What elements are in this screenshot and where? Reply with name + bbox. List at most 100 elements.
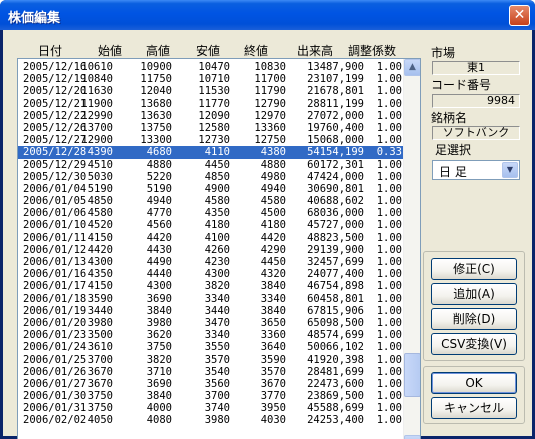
table-row[interactable]: 2005/12/26 13700 13750 12580 13360 19760,400 1… (18, 122, 404, 134)
row-date: 2006/01/16 (23, 268, 87, 281)
scroll-down-icon[interactable]: ▼ (404, 435, 420, 439)
row-low: 3440 (204, 304, 230, 317)
row-adjust: 1.00 (376, 61, 402, 73)
table-row[interactable]: 2005/12/16 10610 10900 10470 10830 13487,900 1… (18, 61, 404, 73)
table-row[interactable]: 2006/01/10 4520 4560 4180 4180 45727,000 1.00 (18, 219, 404, 231)
row-close: 3360 (260, 329, 286, 342)
table-row[interactable]: 2006/01/25 3700 3820 3570 3590 41920,398 1.00 (18, 354, 404, 366)
price-list[interactable]: 2005/12/16 10610 10900 10470 10830 13487,900 1… (17, 58, 421, 439)
row-adjust: 1.00 (376, 316, 402, 329)
market-value: 東1 (432, 61, 520, 75)
table-row[interactable]: 2005/12/19 10840 11750 10710 11700 23107,199 1… (18, 73, 404, 85)
row-low: 3740 (204, 402, 230, 415)
row-high: 5220 (146, 170, 172, 183)
ok-button[interactable]: OK (431, 372, 517, 394)
row-low: 3980 (204, 414, 230, 427)
row-low: 3570 (204, 353, 230, 366)
table-row[interactable]: 2006/01/18 3590 3690 3340 3340 60458,801 1.00 (18, 293, 404, 305)
row-open: 3610 (87, 341, 113, 354)
row-date: 2006/01/27 (23, 377, 87, 390)
table-row[interactable]: 2006/01/04 5190 5190 4900 4940 30690,801 1.00 (18, 183, 404, 195)
row-close: 4940 (260, 182, 286, 195)
row-volume: 60172,301 (307, 158, 364, 171)
row-date: 2006/01/11 (23, 231, 87, 244)
table-row[interactable]: 2006/01/23 3500 3620 3340 3360 48574,699 1.00 (18, 329, 404, 341)
table-row[interactable]: 2006/01/06 4580 4770 4350 4500 68036,000 1.00 (18, 207, 404, 219)
row-low: 3340 (204, 292, 230, 305)
add-button[interactable]: 追加(A) (431, 283, 517, 305)
row-close: 4420 (260, 231, 286, 244)
row-adjust: 1.00 (376, 280, 402, 293)
table-row[interactable]: 2006/01/31 3750 4000 3740 3950 45588,699 1.00 (18, 402, 404, 414)
row-volume: 22473,600 (307, 377, 364, 390)
title-bar[interactable]: 株価編集 ✕ (0, 0, 535, 30)
code-value: 9984 (432, 94, 520, 108)
row-high: 4080 (146, 414, 172, 427)
row-close: 4320 (260, 268, 286, 281)
row-high: 4300 (146, 280, 172, 293)
table-row[interactable]: 2005/12/21 11900 13680 11770 12790 28811,199 1… (18, 98, 404, 110)
stock-name-value: ソフトバンク (432, 126, 520, 140)
row-volume: 13487,900 (307, 61, 364, 73)
bar-select-value: 日 足 (439, 165, 467, 179)
row-adjust: 1.00 (376, 292, 402, 305)
row-adjust: 1.00 (376, 341, 402, 354)
chevron-down-icon[interactable]: ▼ (502, 162, 518, 178)
row-high: 4490 (146, 256, 172, 268)
cancel-button[interactable]: キャンセル (431, 397, 517, 419)
table-row[interactable]: 2005/12/29 4510 4880 4450 4880 60172,301 1.00 (18, 159, 404, 171)
row-date: 2006/01/30 (23, 390, 87, 403)
close-button[interactable]: ✕ (509, 5, 530, 26)
table-row[interactable]: 2006/02/02 4050 4080 3980 4030 24253,400 1.00 (18, 414, 404, 426)
bar-select-dropdown[interactable]: 日 足 ▼ (432, 160, 520, 180)
code-label: コード番号 (431, 78, 492, 92)
table-row[interactable]: 2006/01/27 3670 3690 3560 3670 22473,600 1.00 (18, 378, 404, 390)
table-row[interactable]: 2006/01/16 4350 4440 4300 4320 24077,400 1.00 (18, 268, 404, 280)
row-date: 2006/01/13 (23, 256, 87, 268)
row-open: 3750 (87, 390, 113, 403)
row-high: 3620 (146, 329, 172, 342)
confirm-button-group: OK キャンセル (423, 366, 525, 424)
row-open: 4510 (87, 158, 113, 171)
vertical-scrollbar[interactable]: ▲ ▼ (403, 59, 420, 439)
scroll-thumb[interactable] (404, 353, 420, 398)
table-row[interactable]: 2006/01/17 4150 4300 3820 3840 46754,898 1.00 (18, 280, 404, 292)
row-high: 5190 (146, 182, 172, 195)
table-row[interactable]: 2006/01/05 4850 4940 4580 4580 40688,602 1.00 (18, 195, 404, 207)
table-row[interactable]: 2005/12/30 5030 5220 4850 4980 47424,000 1.00 (18, 171, 404, 183)
row-date: 2006/01/10 (23, 219, 87, 232)
scroll-up-icon[interactable]: ▲ (404, 59, 420, 76)
row-volume: 54154,199 (307, 146, 364, 159)
row-close: 3670 (260, 377, 286, 390)
table-row[interactable]: 2006/01/12 4420 4430 4260 4290 29139,900 1.00 (18, 244, 404, 256)
table-row[interactable]: 2006/01/19 3440 3840 3440 3840 67815,906 1.00 (18, 305, 404, 317)
row-low: 4180 (204, 219, 230, 232)
edit-button[interactable]: 修正(C) (431, 258, 517, 280)
table-row[interactable]: 2005/12/28 4390 4680 4110 4380 54154,199 0.33 (18, 146, 404, 159)
row-adjust: 1.00 (376, 365, 402, 378)
window-title: 株価編集 (8, 11, 61, 26)
row-open: 12990 (81, 109, 113, 122)
row-volume: 32457,699 (307, 256, 364, 268)
row-date: 2006/01/24 (23, 341, 87, 354)
table-row[interactable]: 2006/01/20 3980 3980 3470 3650 65098,500 1.00 (18, 317, 404, 329)
csv-convert-button[interactable]: CSV変換(V) (431, 333, 517, 355)
row-low: 12730 (198, 134, 230, 147)
row-date: 2006/01/20 (23, 316, 87, 329)
table-row[interactable]: 2006/01/30 3750 3840 3700 3770 23869,500 1.00 (18, 390, 404, 402)
row-high: 4440 (146, 268, 172, 281)
table-row[interactable]: 2006/01/24 3610 3750 3550 3640 50066,102 1.00 (18, 341, 404, 353)
table-row[interactable]: 2006/01/26 3670 3710 3540 3570 28481,699 1.00 (18, 366, 404, 378)
table-row[interactable]: 2005/12/27 12900 13300 12730 12750 15068,000 1… (18, 134, 404, 146)
table-row[interactable]: 2005/12/22 12990 13630 12090 12970 27072,000 1… (18, 110, 404, 122)
row-date: 2005/12/30 (23, 170, 87, 183)
row-low: 3540 (204, 365, 230, 378)
row-close: 4980 (260, 170, 286, 183)
table-row[interactable]: 2006/01/11 4150 4420 4100 4420 48823,500 1.00 (18, 232, 404, 244)
column-header-low: 安値 (196, 44, 221, 58)
row-open: 4300 (87, 256, 113, 268)
row-adjust: 1.00 (376, 304, 402, 317)
delete-button[interactable]: 削除(D) (431, 308, 517, 330)
table-row[interactable]: 2005/12/20 11630 12040 11530 11790 21678,801 1… (18, 85, 404, 97)
table-row[interactable]: 2006/01/13 4300 4490 4230 4450 32457,699 1.00 (18, 256, 404, 268)
